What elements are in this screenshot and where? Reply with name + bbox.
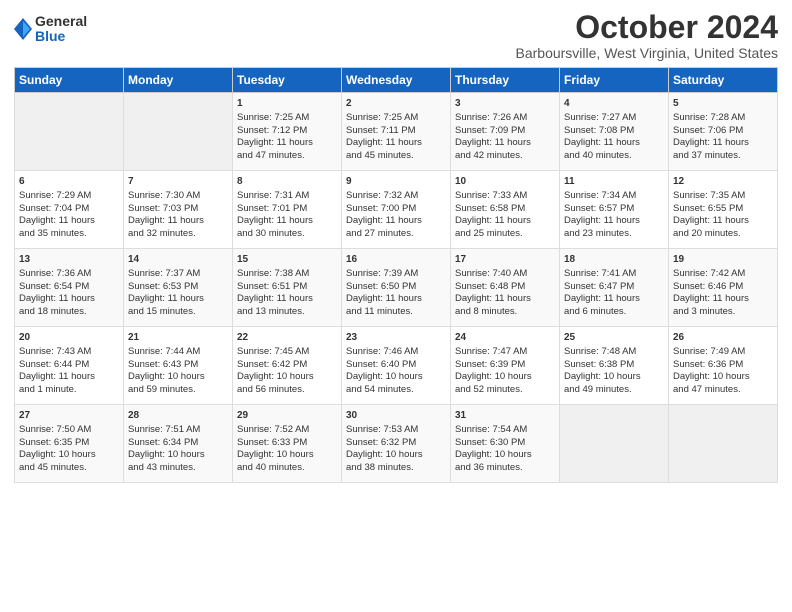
calendar-cell: 25Sunrise: 7:48 AMSunset: 6:38 PMDayligh… bbox=[560, 327, 669, 405]
day-number: 16 bbox=[346, 253, 446, 267]
col-saturday: Saturday bbox=[669, 68, 778, 93]
day-number: 21 bbox=[128, 331, 228, 345]
calendar-cell bbox=[124, 93, 233, 171]
calendar-cell: 10Sunrise: 7:33 AMSunset: 6:58 PMDayligh… bbox=[451, 171, 560, 249]
calendar-table: Sunday Monday Tuesday Wednesday Thursday… bbox=[14, 67, 778, 483]
logo-text: General Blue bbox=[35, 14, 87, 45]
day-number: 30 bbox=[346, 409, 446, 423]
calendar-cell: 2Sunrise: 7:25 AMSunset: 7:11 PMDaylight… bbox=[342, 93, 451, 171]
calendar-cell: 19Sunrise: 7:42 AMSunset: 6:46 PMDayligh… bbox=[669, 249, 778, 327]
col-monday: Monday bbox=[124, 68, 233, 93]
week-row-3: 13Sunrise: 7:36 AMSunset: 6:54 PMDayligh… bbox=[15, 249, 778, 327]
calendar-cell: 4Sunrise: 7:27 AMSunset: 7:08 PMDaylight… bbox=[560, 93, 669, 171]
calendar-cell: 8Sunrise: 7:31 AMSunset: 7:01 PMDaylight… bbox=[233, 171, 342, 249]
day-number: 8 bbox=[237, 175, 337, 189]
calendar-cell bbox=[560, 405, 669, 483]
calendar-cell: 18Sunrise: 7:41 AMSunset: 6:47 PMDayligh… bbox=[560, 249, 669, 327]
calendar-cell: 7Sunrise: 7:30 AMSunset: 7:03 PMDaylight… bbox=[124, 171, 233, 249]
day-number: 23 bbox=[346, 331, 446, 345]
calendar-cell: 22Sunrise: 7:45 AMSunset: 6:42 PMDayligh… bbox=[233, 327, 342, 405]
calendar-cell: 11Sunrise: 7:34 AMSunset: 6:57 PMDayligh… bbox=[560, 171, 669, 249]
calendar-cell: 12Sunrise: 7:35 AMSunset: 6:55 PMDayligh… bbox=[669, 171, 778, 249]
day-number: 12 bbox=[673, 175, 773, 189]
day-number: 19 bbox=[673, 253, 773, 267]
col-sunday: Sunday bbox=[15, 68, 124, 93]
day-number: 7 bbox=[128, 175, 228, 189]
day-number: 31 bbox=[455, 409, 555, 423]
day-number: 18 bbox=[564, 253, 664, 267]
day-number: 10 bbox=[455, 175, 555, 189]
day-number: 28 bbox=[128, 409, 228, 423]
main-title: October 2024 bbox=[516, 10, 779, 45]
calendar-cell: 1Sunrise: 7:25 AMSunset: 7:12 PMDaylight… bbox=[233, 93, 342, 171]
col-thursday: Thursday bbox=[451, 68, 560, 93]
calendar-body: 1Sunrise: 7:25 AMSunset: 7:12 PMDaylight… bbox=[15, 93, 778, 483]
day-number: 9 bbox=[346, 175, 446, 189]
calendar-cell: 14Sunrise: 7:37 AMSunset: 6:53 PMDayligh… bbox=[124, 249, 233, 327]
col-friday: Friday bbox=[560, 68, 669, 93]
day-number: 20 bbox=[19, 331, 119, 345]
day-number: 15 bbox=[237, 253, 337, 267]
calendar-cell: 26Sunrise: 7:49 AMSunset: 6:36 PMDayligh… bbox=[669, 327, 778, 405]
calendar-cell bbox=[15, 93, 124, 171]
calendar-cell: 16Sunrise: 7:39 AMSunset: 6:50 PMDayligh… bbox=[342, 249, 451, 327]
calendar-cell: 23Sunrise: 7:46 AMSunset: 6:40 PMDayligh… bbox=[342, 327, 451, 405]
day-number: 27 bbox=[19, 409, 119, 423]
logo-blue-text: Blue bbox=[35, 29, 87, 44]
calendar-cell: 24Sunrise: 7:47 AMSunset: 6:39 PMDayligh… bbox=[451, 327, 560, 405]
day-number: 29 bbox=[237, 409, 337, 423]
calendar-cell: 3Sunrise: 7:26 AMSunset: 7:09 PMDaylight… bbox=[451, 93, 560, 171]
calendar-cell: 28Sunrise: 7:51 AMSunset: 6:34 PMDayligh… bbox=[124, 405, 233, 483]
week-row-5: 27Sunrise: 7:50 AMSunset: 6:35 PMDayligh… bbox=[15, 405, 778, 483]
day-number: 2 bbox=[346, 97, 446, 111]
week-row-4: 20Sunrise: 7:43 AMSunset: 6:44 PMDayligh… bbox=[15, 327, 778, 405]
col-wednesday: Wednesday bbox=[342, 68, 451, 93]
day-number: 25 bbox=[564, 331, 664, 345]
calendar-cell: 5Sunrise: 7:28 AMSunset: 7:06 PMDaylight… bbox=[669, 93, 778, 171]
week-row-1: 1Sunrise: 7:25 AMSunset: 7:12 PMDaylight… bbox=[15, 93, 778, 171]
logo-general-text: General bbox=[35, 14, 87, 29]
calendar-cell: 17Sunrise: 7:40 AMSunset: 6:48 PMDayligh… bbox=[451, 249, 560, 327]
calendar-cell: 30Sunrise: 7:53 AMSunset: 6:32 PMDayligh… bbox=[342, 405, 451, 483]
calendar-cell: 27Sunrise: 7:50 AMSunset: 6:35 PMDayligh… bbox=[15, 405, 124, 483]
day-number: 22 bbox=[237, 331, 337, 345]
logo: General Blue bbox=[14, 14, 87, 45]
calendar-cell: 13Sunrise: 7:36 AMSunset: 6:54 PMDayligh… bbox=[15, 249, 124, 327]
day-number: 5 bbox=[673, 97, 773, 111]
calendar-cell: 15Sunrise: 7:38 AMSunset: 6:51 PMDayligh… bbox=[233, 249, 342, 327]
calendar-cell: 9Sunrise: 7:32 AMSunset: 7:00 PMDaylight… bbox=[342, 171, 451, 249]
calendar-cell: 20Sunrise: 7:43 AMSunset: 6:44 PMDayligh… bbox=[15, 327, 124, 405]
week-row-2: 6Sunrise: 7:29 AMSunset: 7:04 PMDaylight… bbox=[15, 171, 778, 249]
col-tuesday: Tuesday bbox=[233, 68, 342, 93]
title-area: October 2024 Barboursville, West Virgini… bbox=[516, 10, 779, 61]
calendar-cell: 21Sunrise: 7:44 AMSunset: 6:43 PMDayligh… bbox=[124, 327, 233, 405]
calendar-header: Sunday Monday Tuesday Wednesday Thursday… bbox=[15, 68, 778, 93]
calendar-cell: 6Sunrise: 7:29 AMSunset: 7:04 PMDaylight… bbox=[15, 171, 124, 249]
day-number: 6 bbox=[19, 175, 119, 189]
day-number: 3 bbox=[455, 97, 555, 111]
calendar-cell: 29Sunrise: 7:52 AMSunset: 6:33 PMDayligh… bbox=[233, 405, 342, 483]
day-number: 13 bbox=[19, 253, 119, 267]
header-row: Sunday Monday Tuesday Wednesday Thursday… bbox=[15, 68, 778, 93]
subtitle: Barboursville, West Virginia, United Sta… bbox=[516, 45, 779, 61]
calendar-cell bbox=[669, 405, 778, 483]
day-number: 11 bbox=[564, 175, 664, 189]
day-number: 14 bbox=[128, 253, 228, 267]
day-number: 4 bbox=[564, 97, 664, 111]
day-number: 17 bbox=[455, 253, 555, 267]
day-number: 26 bbox=[673, 331, 773, 345]
page: General Blue October 2024 Barboursville,… bbox=[0, 0, 792, 612]
calendar-cell: 31Sunrise: 7:54 AMSunset: 6:30 PMDayligh… bbox=[451, 405, 560, 483]
logo-icon bbox=[14, 18, 32, 40]
header: General Blue October 2024 Barboursville,… bbox=[14, 10, 778, 61]
day-number: 1 bbox=[237, 97, 337, 111]
day-number: 24 bbox=[455, 331, 555, 345]
